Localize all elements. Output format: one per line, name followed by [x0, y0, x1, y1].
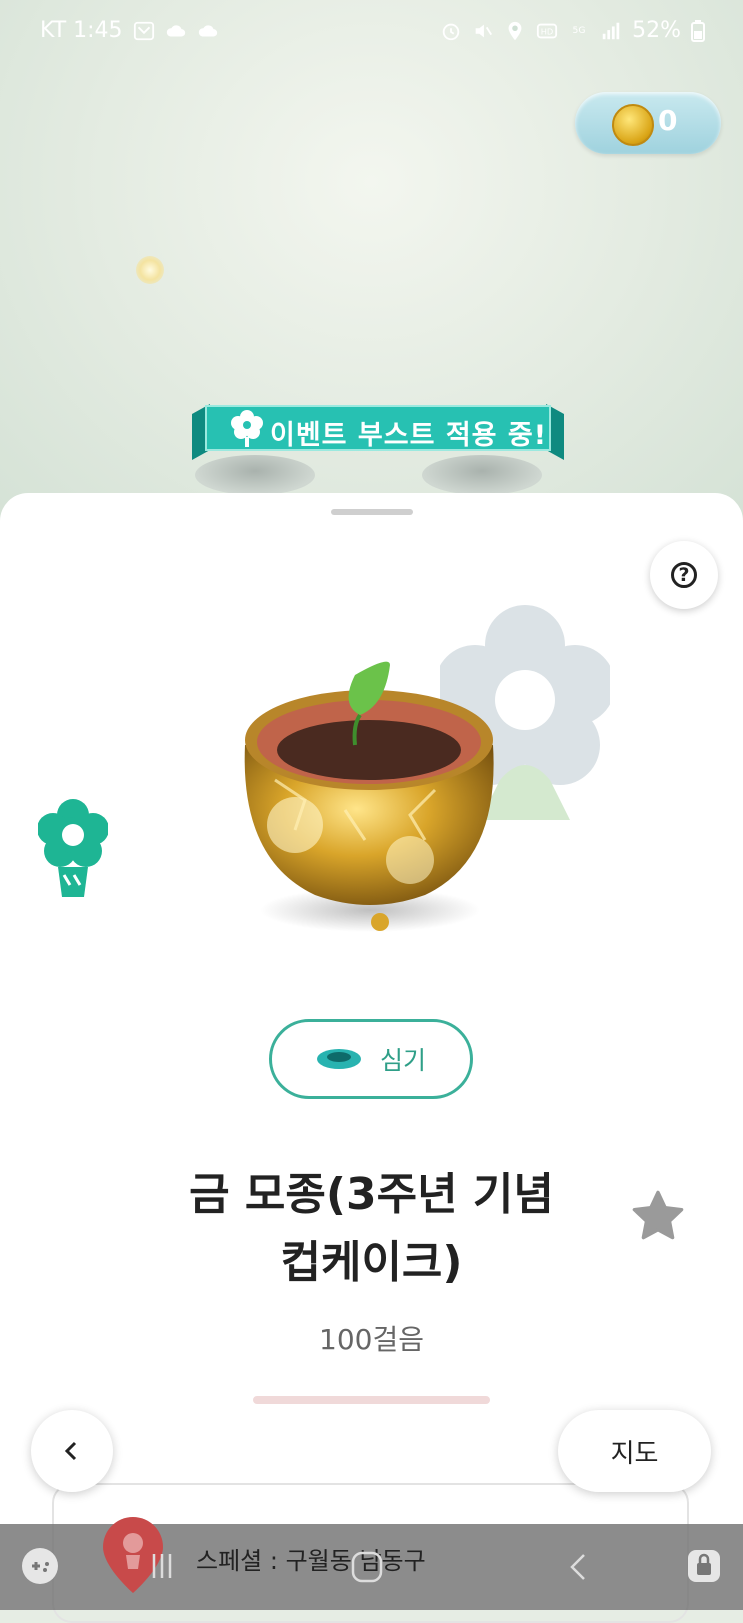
svg-text:HD: HD — [541, 26, 554, 36]
coin-count: 0 — [658, 104, 678, 137]
planting-hole — [422, 455, 542, 495]
game-controller-icon[interactable] — [20, 1546, 60, 1586]
location-icon — [508, 21, 522, 40]
page-indicator — [253, 1396, 490, 1404]
signal-icon — [602, 22, 620, 39]
plant-button[interactable]: 심기 — [269, 1019, 473, 1099]
location-text: 스페셜 : 구월동 남동구 — [196, 1547, 426, 1575]
golden-pot-sprout-image — [244, 661, 494, 932]
status-bar: KT 1:45 HD 5G 52% — [0, 0, 743, 64]
event-banner-text: 이벤트 부스트 적용 중! — [270, 420, 548, 451]
flower-icon — [231, 410, 263, 447]
coin-icon — [612, 104, 654, 146]
cloud-icon — [166, 24, 185, 36]
light-orb — [136, 256, 164, 284]
plant-button-label: 심기 — [379, 1046, 426, 1075]
5g-icon: 5G — [573, 24, 586, 35]
battery-icon — [691, 19, 705, 42]
home-icon[interactable] — [350, 1550, 384, 1584]
back-button[interactable] — [31, 1410, 113, 1492]
hd-voice-icon: HD — [537, 23, 558, 38]
chevron-left-icon — [64, 1441, 77, 1461]
mute-icon — [475, 24, 493, 37]
carrier-time: KT 1:45 — [40, 18, 123, 43]
recent-apps-icon[interactable] — [150, 1552, 174, 1580]
question-icon: ? — [671, 562, 697, 588]
cloud-icon — [198, 24, 217, 36]
svg-text:5G: 5G — [573, 24, 586, 35]
back-nav-icon[interactable] — [566, 1552, 590, 1582]
map-button[interactable]: 지도 — [558, 1410, 711, 1492]
planting-hole-icon — [316, 1049, 361, 1069]
missed-call-icon — [133, 21, 154, 40]
battery-level: 52% — [632, 18, 681, 43]
favorite-star-icon[interactable] — [631, 1190, 685, 1242]
required-steps: 100걸음 — [319, 1323, 424, 1356]
screen-lock-icon[interactable] — [684, 1546, 724, 1586]
alarm-icon — [442, 23, 460, 40]
help-button[interactable]: ? — [650, 541, 718, 609]
planting-hole — [195, 455, 315, 495]
flower-collection-icon[interactable] — [38, 797, 108, 899]
sheet-drag-handle[interactable] — [331, 509, 413, 515]
